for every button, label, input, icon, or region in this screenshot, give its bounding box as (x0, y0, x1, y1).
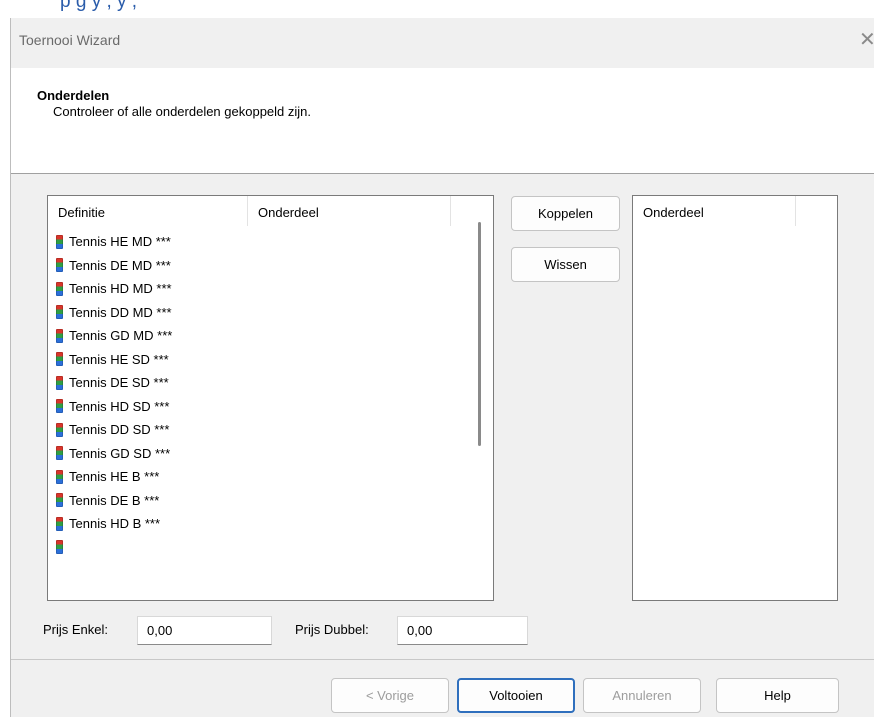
vertical-scrollbar[interactable] (478, 222, 481, 446)
background-app-strip: p g y , y , (0, 0, 874, 18)
column-header-onderdeel[interactable]: Onderdeel (633, 196, 796, 226)
list-item[interactable]: Tennis DE SD *** (56, 371, 172, 395)
list-item-label: Tennis DE SD *** (69, 375, 169, 390)
database-icon (56, 258, 63, 273)
wizard-dialog: Toernooi Wizard ✕ Onderdelen Controleer … (10, 18, 874, 717)
list-item-label: Tennis HD SD *** (69, 398, 170, 414)
help-button[interactable]: Help (716, 678, 839, 713)
list-item-partial[interactable] (56, 536, 172, 560)
finish-button[interactable]: Voltooien (457, 678, 575, 713)
wizard-header: Onderdelen Controleer of alle onderdelen… (11, 68, 874, 174)
list-item-label: Tennis DD SD *** (69, 422, 170, 437)
list-item-label: Tennis GD SD *** (69, 445, 171, 461)
database-icon (56, 352, 63, 367)
list-item[interactable]: Tennis DE MD *** (56, 254, 172, 278)
prijs-dubbel-input[interactable]: 0,00 (397, 616, 528, 645)
list-item[interactable]: Tennis HE SD *** (56, 348, 172, 372)
cancel-button[interactable]: Annuleren (583, 678, 701, 713)
koppelen-button[interactable]: Koppelen (511, 196, 620, 231)
list-item[interactable]: Tennis HE B *** (56, 465, 172, 489)
definitions-list[interactable]: Definitie Onderdeel Tennis HE MD *** Ten… (47, 195, 494, 601)
prijs-dubbel-label: Prijs Dubbel: (295, 622, 369, 637)
list-item[interactable]: Tennis HE MD *** (56, 230, 172, 254)
list-item-label: Tennis HE MD *** (69, 234, 171, 249)
list-item[interactable]: Tennis HD B *** (56, 512, 172, 536)
database-icon (56, 234, 63, 249)
database-icon (56, 422, 63, 437)
list-item[interactable]: Tennis HD MD *** (56, 277, 172, 301)
list-item-label: Tennis DE B *** (69, 492, 160, 508)
definitions-rows: Tennis HE MD *** Tennis DE MD *** Tennis… (56, 230, 172, 559)
list-item[interactable]: Tennis HD SD *** (56, 395, 172, 419)
database-icon (56, 446, 63, 461)
list-item[interactable]: Tennis GD SD *** (56, 442, 172, 466)
list-item-label: Tennis DD MD *** (69, 304, 172, 320)
list-item-label: Tennis HE B *** (69, 469, 160, 484)
database-icon (56, 516, 63, 531)
background-text: p g y , y , (60, 0, 138, 12)
database-icon (56, 399, 63, 414)
previous-button[interactable]: < Vorige (331, 678, 449, 713)
prijs-enkel-label: Prijs Enkel: (43, 622, 109, 637)
linked-parts-list[interactable]: Onderdeel (632, 195, 838, 601)
window-title: Toernooi Wizard (19, 32, 121, 48)
background-edge (0, 18, 10, 717)
column-header-definitie[interactable]: Definitie (48, 196, 248, 226)
wissen-button[interactable]: Wissen (511, 247, 620, 282)
list-item[interactable]: Tennis DE B *** (56, 489, 172, 513)
column-header-onderdeel[interactable]: Onderdeel (248, 196, 451, 226)
database-icon (56, 375, 63, 390)
list-item[interactable]: Tennis DD MD *** (56, 301, 172, 325)
list-item-label: Tennis DE MD *** (69, 257, 171, 273)
database-icon (56, 305, 63, 320)
list-item-label: Tennis GD MD *** (69, 328, 173, 343)
database-icon (56, 493, 63, 508)
database-icon (56, 469, 63, 484)
list-item-label: Tennis HD B *** (69, 516, 161, 531)
database-icon (56, 281, 63, 296)
list-item[interactable]: Tennis GD MD *** (56, 324, 172, 348)
page-title: Onderdelen (37, 88, 110, 103)
title-bar: Toernooi Wizard ✕ (11, 18, 874, 68)
database-icon (56, 540, 63, 555)
prijs-enkel-input[interactable]: 0,00 (137, 616, 272, 645)
footer-divider (11, 659, 874, 660)
database-icon (56, 328, 63, 343)
list-item[interactable]: Tennis DD SD *** (56, 418, 172, 442)
page-subtitle: Controleer of alle onderdelen gekoppeld … (53, 104, 312, 119)
close-icon[interactable]: ✕ (859, 28, 874, 50)
list-item-label: Tennis HE SD *** (69, 351, 169, 367)
list-item-label: Tennis HD MD *** (69, 281, 172, 296)
